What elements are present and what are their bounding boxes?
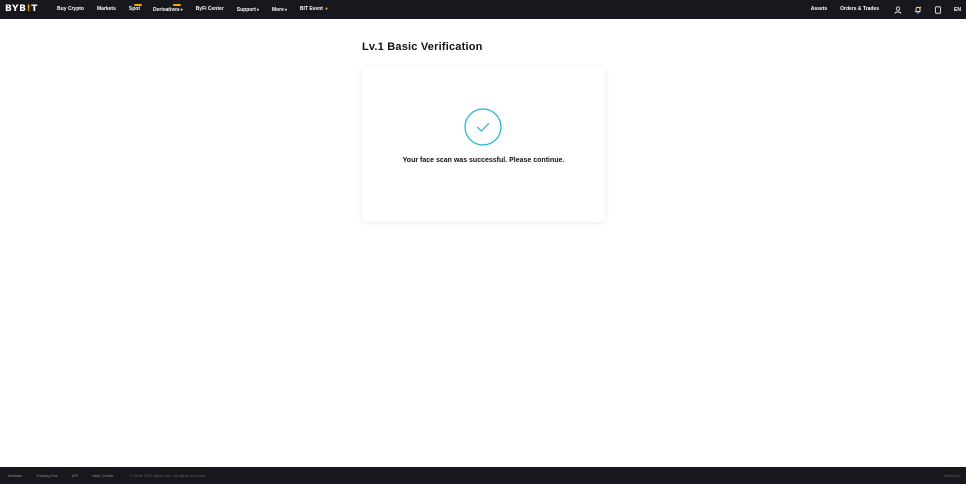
- flame-icon: ●: [324, 6, 328, 12]
- bybit-logo[interactable]: BYB!T: [5, 0, 38, 19]
- new-badge: [172, 3, 181, 6]
- verification-card: Your face scan was successful. Please co…: [362, 67, 605, 222]
- nav-more[interactable]: More▾: [272, 0, 287, 20]
- user-icon[interactable]: [894, 5, 902, 14]
- nav-spot[interactable]: Spot: [129, 0, 142, 19]
- routing-selector[interactable]: Routing 1: [944, 473, 961, 478]
- footer-link-trading-fee[interactable]: Trading Fee: [36, 473, 57, 478]
- success-check-icon: [464, 108, 502, 146]
- footer-link-api[interactable]: API: [72, 473, 78, 478]
- nav-assets[interactable]: Assets: [811, 0, 827, 19]
- chevron-down-icon: ▾: [180, 6, 183, 12]
- account-menu: Assets Orders & Trades EN: [811, 0, 966, 19]
- nav-orders-trades[interactable]: Orders & Trades: [840, 0, 879, 19]
- footer-links: Markets Trading Fee API Help Center © 20…: [8, 473, 206, 478]
- copyright-text: © 2018-2021 Bybit.com. All rights reserv…: [129, 473, 207, 478]
- new-badge: [133, 4, 142, 6]
- nav-support[interactable]: Support▾: [237, 0, 259, 20]
- page-title: Lv.1 Basic Verification: [362, 41, 483, 53]
- chevron-down-icon: ▾: [284, 6, 287, 12]
- success-message: Your face scan was successful. Please co…: [402, 157, 565, 164]
- main-menu: Buy Crypto Markets Spot Derivatives▾ ByF…: [57, 0, 341, 20]
- nav-byfi-center[interactable]: ByFi Center: [196, 0, 224, 19]
- language-selector[interactable]: EN: [954, 7, 961, 13]
- nav-markets[interactable]: Markets: [97, 0, 116, 19]
- footer-link-help-center[interactable]: Help Center: [92, 473, 113, 478]
- top-navigation-bar: BYB!T Buy Crypto Markets Spot Derivative…: [0, 0, 966, 19]
- footer-bar: Markets Trading Fee API Help Center © 20…: [0, 467, 966, 484]
- chevron-down-icon: ▾: [256, 6, 259, 12]
- footer-link-markets[interactable]: Markets: [8, 473, 22, 478]
- bell-icon[interactable]: [914, 6, 922, 14]
- nav-buy-crypto[interactable]: Buy Crypto: [57, 0, 84, 19]
- mobile-app-icon[interactable]: [934, 5, 942, 14]
- nav-bit-event[interactable]: BIT Event ●: [300, 0, 328, 19]
- nav-derivatives[interactable]: Derivatives▾: [153, 0, 183, 20]
